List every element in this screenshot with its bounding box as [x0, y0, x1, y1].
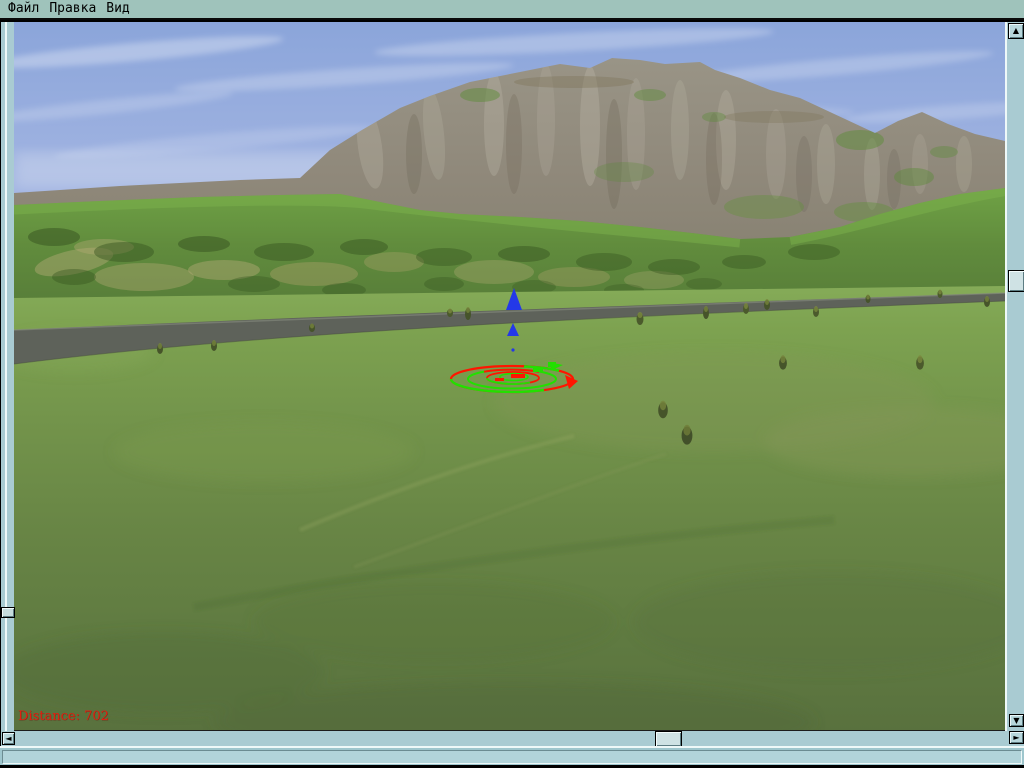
left-slider[interactable] [0, 22, 15, 731]
vertical-scrollbar-thumb[interactable] [1008, 270, 1024, 292]
menu-item-file[interactable]: Файл [0, 0, 44, 18]
overlay-distance: Distance: 702 [18, 709, 109, 724]
scroll-left-icon: ◄ [5, 733, 12, 743]
status-bar-panel [2, 750, 1022, 764]
viewport-3d[interactable]: Distance: 702 Orient: 360 0 0 curPos: 91… [14, 22, 1005, 731]
status-bar [0, 746, 1024, 765]
scroll-right-button[interactable]: ► [1009, 731, 1024, 744]
scroll-left-button[interactable]: ◄ [2, 732, 15, 745]
menu-item-edit[interactable]: Правка [44, 0, 101, 18]
scroll-up-icon: ▲ [1012, 26, 1020, 35]
scene-3d [14, 22, 1005, 730]
scroll-down-button[interactable]: ▼ [1009, 714, 1024, 727]
scroll-up-button[interactable]: ▲ [1008, 23, 1024, 39]
scroll-down-icon: ▼ [1013, 715, 1020, 725]
horizontal-scrollbar-thumb[interactable] [655, 731, 682, 747]
scroll-right-icon: ► [1013, 732, 1020, 742]
menu-bar: Файл Правка Вид [0, 0, 1024, 20]
horizontal-scrollbar[interactable]: ◄ ► [0, 731, 1024, 747]
mission-editor-window: Файл Правка Вид Distance: 702 ▲ ▼ ◄ ► [0, 0, 1024, 768]
vertical-scrollbar[interactable]: ▲ ▼ [1005, 22, 1024, 731]
left-slider-thumb[interactable] [1, 607, 15, 618]
menu-item-view[interactable]: Вид [101, 0, 134, 18]
camera-info-overlay: Distance: 702 Orient: 360 0 0 curPos: 91… [18, 682, 384, 730]
left-slider-track [5, 22, 7, 731]
